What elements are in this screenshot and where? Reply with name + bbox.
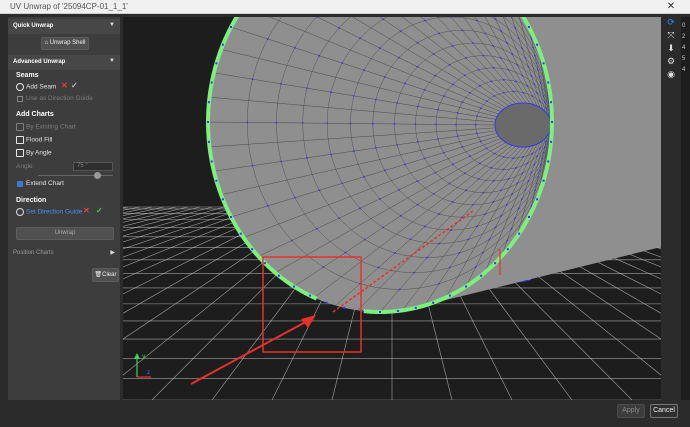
- title-bar: UV Unwrap of '25094CP-01_1_1' ✕: [0, 0, 690, 14]
- add-seam-icon: [16, 83, 24, 91]
- window-title: UV Unwrap of '25094CP-01_1_1': [10, 2, 128, 11]
- refresh-icon[interactable]: ⟳: [662, 17, 680, 29]
- flood-fill-tool[interactable]: Flood Fill: [16, 136, 52, 144]
- unwrap-panel: Quick Unwrap ▼ ⌂ Unwrap Shell Advanced U…: [8, 17, 120, 400]
- angle-input[interactable]: 75 °: [73, 162, 113, 171]
- by-angle-label: By Angle: [26, 149, 52, 157]
- angle-slider[interactable]: [38, 175, 113, 176]
- unwrap-shell-button[interactable]: ⌂ Unwrap Shell: [41, 37, 89, 50]
- eye-icon[interactable]: ◉: [662, 69, 680, 81]
- by-existing-chart-tool[interactable]: By Existing Chart: [16, 123, 76, 131]
- clear-button[interactable]: 🗑Clear: [92, 268, 119, 282]
- chart-icon: [16, 123, 24, 131]
- 3d-viewport[interactable]: y z: [123, 17, 661, 400]
- quick-unwrap-header[interactable]: Quick Unwrap ▼: [8, 19, 120, 34]
- add-seam-label: Add Seam: [26, 83, 57, 91]
- expand-icon[interactable]: ⤧: [662, 30, 680, 42]
- view-toolbar: ⟳ ⤧ ⬇ ⚙ ◉: [662, 17, 680, 87]
- set-direction-guide-label: Set Direction Guide: [26, 208, 83, 216]
- by-existing-chart-label: By Existing Chart: [26, 123, 76, 131]
- add-seam-tool[interactable]: Add Seam: [16, 83, 56, 91]
- quick-unwrap-label: Quick Unwrap: [13, 23, 54, 29]
- confirm-direction-icon[interactable]: ✓: [96, 206, 103, 215]
- flood-fill-label: Flood Fill: [26, 136, 53, 144]
- edge-text: 4: [682, 45, 686, 51]
- dialog-footer: Apply Cancel: [0, 400, 690, 427]
- unwrap-shell-label: Unwrap Shell: [49, 40, 86, 46]
- use-as-direction-guide-label: Use as Direction Guide: [26, 95, 93, 102]
- svg-text:y: y: [142, 353, 146, 360]
- advanced-unwrap-label: Advanced Unwrap: [13, 59, 66, 65]
- set-direction-guide-tool[interactable]: Set Direction Guide: [16, 208, 82, 216]
- extend-chart-checkbox[interactable]: [17, 181, 23, 187]
- position-charts-header[interactable]: Position Charts ▶: [8, 246, 120, 261]
- cancel-button[interactable]: Cancel: [650, 404, 678, 418]
- use-as-direction-guide-checkbox[interactable]: [17, 96, 23, 102]
- trash-icon: 🗑: [94, 272, 103, 278]
- chevron-down-icon: ▼: [109, 58, 115, 64]
- viewport-canvas[interactable]: y z: [123, 17, 661, 400]
- unwrap-shell-icon: ⌂: [44, 40, 49, 46]
- svg-text:z: z: [147, 369, 150, 376]
- edge-text: 5: [682, 56, 686, 62]
- arrow-lower: [190, 317, 314, 385]
- confirm-seam-icon[interactable]: ✓: [71, 81, 78, 90]
- seams-heading: Seams: [16, 72, 39, 79]
- add-charts-heading: Add Charts: [16, 111, 54, 118]
- position-charts-label: Position Charts: [13, 250, 54, 256]
- extend-chart-label: Extend Chart: [26, 180, 64, 187]
- direction-heading: Direction: [16, 197, 47, 204]
- arrow-lower-head: [301, 315, 316, 328]
- axis-gizmo: y z: [134, 353, 151, 378]
- flood-fill-icon: [16, 136, 24, 144]
- clear-label: Clear: [102, 272, 117, 278]
- unwrap-button[interactable]: Unwrap: [16, 227, 114, 240]
- angle-slider-handle[interactable]: [94, 172, 101, 179]
- direction-guide-icon: [16, 208, 24, 216]
- settings-icon[interactable]: ⚙: [662, 56, 680, 68]
- edge-text: 4: [682, 67, 686, 73]
- close-icon[interactable]: ✕: [656, 0, 686, 14]
- background-window-edge: 0 2 4 5 4: [681, 17, 690, 400]
- chevron-down-icon: ▼: [109, 22, 115, 28]
- cancel-seam-icon[interactable]: ✕: [61, 81, 68, 90]
- by-angle-tool[interactable]: By Angle: [16, 149, 52, 157]
- chevron-right-icon: ▶: [110, 250, 115, 256]
- cancel-direction-icon[interactable]: ✕: [83, 206, 90, 215]
- download-icon[interactable]: ⬇: [662, 43, 680, 55]
- advanced-unwrap-header[interactable]: Advanced Unwrap ▼: [8, 55, 120, 70]
- funnel-mesh: [206, 17, 661, 314]
- edge-text: 2: [682, 34, 686, 40]
- apply-button[interactable]: Apply: [617, 404, 645, 418]
- edge-text: 0: [682, 23, 686, 29]
- angle-icon: [16, 149, 24, 157]
- angle-label: Angle: [16, 163, 33, 170]
